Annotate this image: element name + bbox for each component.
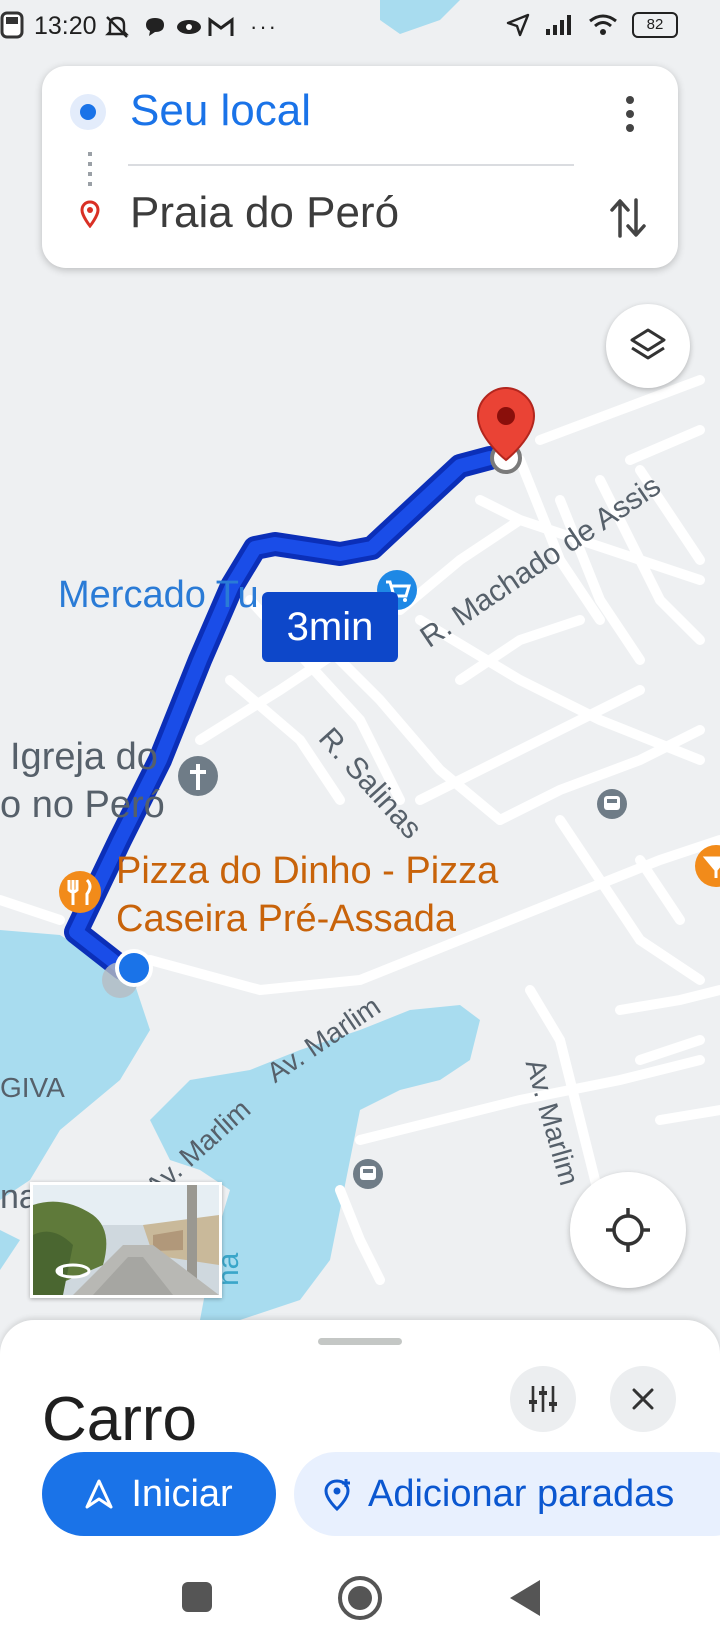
eta-badge[interactable]: 3min xyxy=(262,592,398,662)
system-navigation-bar xyxy=(0,1560,720,1650)
crosshair-icon xyxy=(606,1208,650,1252)
poi-label-mercado[interactable]: Mercado Tu xyxy=(58,574,259,617)
back-icon[interactable] xyxy=(506,1578,542,1618)
recents-icon[interactable] xyxy=(180,1580,214,1614)
start-label: Iniciar xyxy=(131,1472,233,1515)
layers-icon xyxy=(630,328,666,360)
poi-label-pizza-line2[interactable]: Caseira Pré-Assada xyxy=(116,898,456,941)
close-icon xyxy=(632,1388,654,1410)
route-connector-dots xyxy=(88,152,92,186)
restaurant-poi-icon xyxy=(59,871,101,913)
wifi-icon xyxy=(589,14,617,35)
location-arrow-icon xyxy=(506,13,530,37)
bus-notification-icon xyxy=(0,11,24,39)
eye-icon xyxy=(176,18,202,42)
my-location-button[interactable] xyxy=(570,1172,686,1288)
sheet-drag-handle[interactable] xyxy=(318,1338,402,1345)
more-options-icon[interactable] xyxy=(620,94,640,134)
sliders-icon xyxy=(529,1386,557,1412)
destination-marker-icon xyxy=(80,200,100,228)
bus-stop-icon xyxy=(597,789,627,819)
status-time: 13:20 xyxy=(34,12,97,40)
field-divider xyxy=(128,164,574,166)
origin-field[interactable]: Seu local xyxy=(130,86,311,136)
battery-indicator: 82 xyxy=(632,12,678,38)
church-poi-icon xyxy=(178,756,218,796)
destination-field[interactable]: Praia do Peró xyxy=(130,188,399,238)
mute-icon xyxy=(104,14,130,46)
directions-card: Seu local Praia do Peró xyxy=(42,66,678,268)
gmail-icon xyxy=(208,16,234,44)
add-stops-label: Adicionar paradas xyxy=(368,1472,675,1515)
close-button[interactable] xyxy=(610,1366,676,1432)
start-navigation-button[interactable]: Iniciar xyxy=(42,1452,276,1536)
more-notifications-icon: ··· xyxy=(250,14,278,39)
poi-label-pizza-line1[interactable]: Pizza do Dinho - Pizza xyxy=(116,850,498,893)
rotate-360-icon xyxy=(55,1263,91,1279)
poi-label-igreja-line1[interactable]: Igreja do xyxy=(10,736,158,779)
navigation-arrow-icon xyxy=(85,1479,113,1509)
signal-icon xyxy=(546,15,571,35)
add-stops-button[interactable]: Adicionar paradas xyxy=(294,1452,720,1536)
route-options-button[interactable] xyxy=(510,1366,576,1432)
add-location-icon xyxy=(324,1479,350,1511)
map-layers-button[interactable] xyxy=(606,304,690,388)
travel-mode-title: Carro xyxy=(42,1385,198,1454)
chat-icon xyxy=(144,16,166,44)
area-label-giva: GIVA xyxy=(0,1072,65,1103)
home-icon[interactable] xyxy=(336,1574,384,1622)
status-bar: 13:20 ··· 82 xyxy=(0,0,720,56)
street-view-thumbnail[interactable] xyxy=(30,1182,222,1298)
origin-dot-icon xyxy=(80,104,96,120)
bus-stop-icon xyxy=(353,1159,383,1189)
system-icons: 82 xyxy=(506,12,678,38)
poi-label-igreja-line2[interactable]: o no Peró xyxy=(0,784,165,827)
swap-directions-icon[interactable] xyxy=(608,196,648,240)
